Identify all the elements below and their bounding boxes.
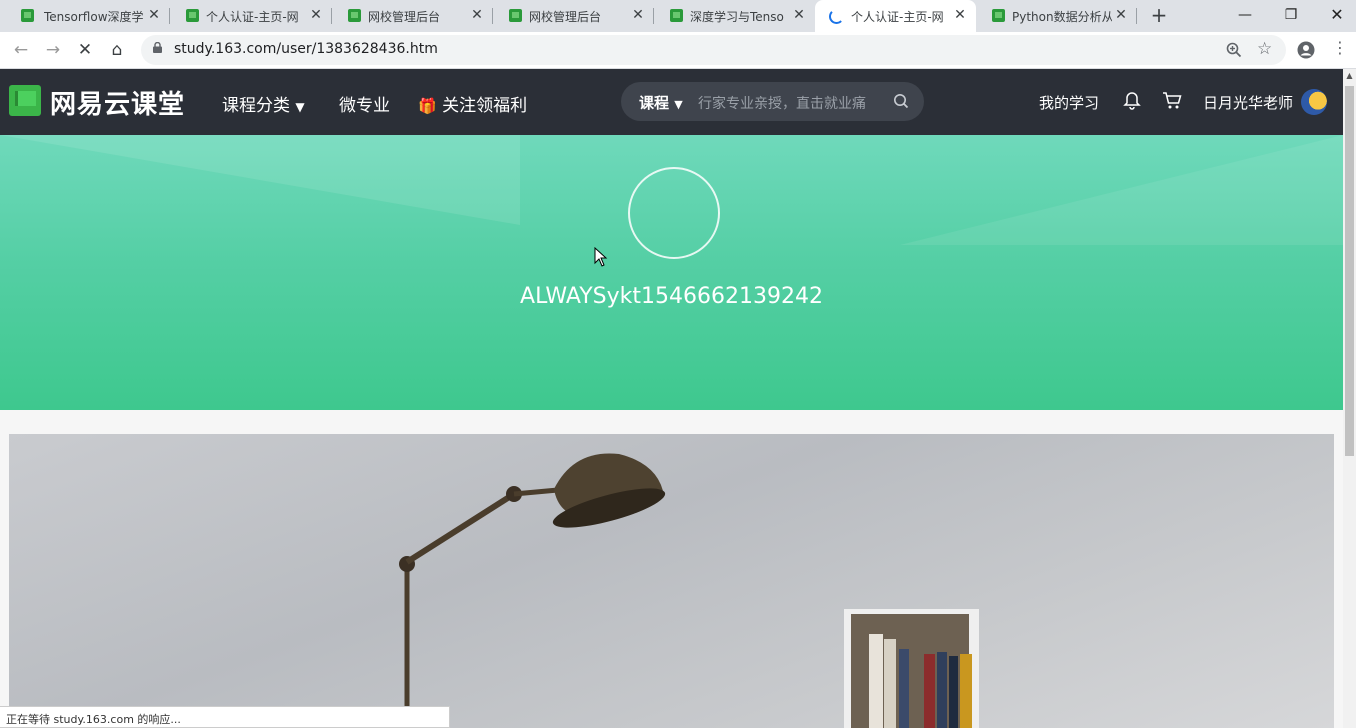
nav-label: 关注领福利: [442, 96, 528, 116]
browser-tab-active[interactable]: 个人认证-主页-网 ✕: [815, 0, 976, 32]
search-category-select[interactable]: 课程 ▼: [639, 92, 683, 113]
window-close-icon[interactable]: ✕: [1322, 2, 1352, 28]
bell-icon[interactable]: [1123, 91, 1141, 110]
back-icon[interactable]: ←: [8, 37, 34, 63]
search-input[interactable]: 行家专业亲授，直击就业痛: [698, 93, 866, 113]
browser-tab[interactable]: 网校管理后台 ✕: [332, 0, 493, 32]
browser-tab[interactable]: 网校管理后台 ✕: [493, 0, 654, 32]
bookmark-star-icon[interactable]: ☆: [1257, 39, 1272, 59]
logo-icon[interactable]: [9, 85, 41, 116]
site-favicon-icon: [21, 9, 34, 22]
nav-follow-welfare[interactable]: 🎁 关注领福利: [418, 91, 527, 116]
close-tab-icon[interactable]: ✕: [952, 6, 968, 24]
banner-decoration: [900, 135, 1343, 245]
browser-tab[interactable]: Tensorflow深度学 ✕: [0, 0, 170, 32]
tab-title: 个人认证-主页-网: [851, 10, 944, 24]
menu-dots-icon[interactable]: ⋮: [1332, 38, 1348, 57]
site-favicon-icon: [186, 9, 199, 22]
my-learning-link[interactable]: 我的学习: [1039, 92, 1099, 113]
tab-title: Tensorflow深度学: [44, 10, 144, 24]
new-tab-icon[interactable]: +: [1150, 4, 1168, 26]
close-tab-icon[interactable]: ✕: [146, 6, 162, 24]
tab-title: Python数据分析从: [1012, 10, 1112, 24]
cart-icon[interactable]: [1162, 91, 1182, 110]
browser-status-bar: 正在等待 study.163.com 的响应...: [0, 706, 450, 728]
tab-separator: [1136, 8, 1137, 24]
close-tab-icon[interactable]: ✕: [469, 6, 485, 24]
browser-tab[interactable]: Python数据分析从 ✕: [976, 0, 1137, 32]
site-favicon-icon: [670, 9, 683, 22]
tab-title: 网校管理后台: [529, 10, 602, 24]
search-category-label: 课程: [639, 94, 670, 112]
profile-icon[interactable]: [1297, 41, 1315, 59]
site-favicon-icon: [348, 9, 361, 22]
stop-loading-icon[interactable]: ✕: [72, 37, 98, 63]
tab-title: 网校管理后台: [368, 10, 441, 24]
site-favicon-icon: [509, 9, 522, 22]
home-icon[interactable]: ⌂: [104, 37, 130, 63]
minimize-icon[interactable]: —: [1230, 2, 1260, 28]
lock-icon: [153, 42, 162, 53]
close-tab-icon[interactable]: ✕: [791, 6, 807, 24]
site-favicon-icon: [992, 9, 1005, 22]
lamp-and-books-illustration: [399, 453, 979, 728]
site-logo-text[interactable]: 网易云课堂: [50, 84, 185, 121]
url-text[interactable]: study.163.com/user/1383628436.htm: [174, 41, 438, 57]
user-name-link[interactable]: 日月光华老师: [1203, 92, 1293, 113]
close-tab-icon[interactable]: ✕: [308, 6, 324, 24]
restore-icon[interactable]: ❐: [1276, 2, 1306, 28]
forward-icon[interactable]: →: [40, 37, 66, 63]
chevron-down-icon: ▼: [674, 98, 683, 111]
tab-title: 深度学习与Tenso: [690, 10, 784, 24]
scrollbar-thumb[interactable]: [1345, 86, 1354, 456]
close-tab-icon[interactable]: ✕: [1113, 6, 1129, 24]
chevron-down-icon: ▼: [295, 100, 305, 114]
banner-decoration: [0, 135, 520, 225]
loading-spinner-icon: [829, 9, 844, 24]
profile-avatar[interactable]: [628, 167, 720, 259]
tab-title: 个人认证-主页-网: [206, 10, 299, 24]
cover-photo: [9, 434, 1334, 728]
user-avatar[interactable]: [1301, 89, 1327, 115]
nav-label: 课程分类: [222, 96, 290, 116]
scroll-up-icon[interactable]: ▲: [1345, 71, 1354, 83]
browser-tab[interactable]: 深度学习与Tenso ✕: [654, 0, 815, 32]
search-icon[interactable]: [893, 93, 909, 109]
close-tab-icon[interactable]: ✕: [630, 6, 646, 24]
mouse-cursor-icon: [594, 247, 608, 267]
nav-micro-major[interactable]: 微专业: [339, 91, 390, 116]
nav-course-categories[interactable]: 课程分类 ▼: [222, 91, 305, 116]
browser-tab[interactable]: 个人认证-主页-网 ✕: [170, 0, 332, 32]
gift-icon: 🎁: [418, 97, 437, 115]
profile-username: ALWAYSykt1546662139242: [520, 284, 823, 309]
zoom-icon[interactable]: [1226, 42, 1242, 58]
